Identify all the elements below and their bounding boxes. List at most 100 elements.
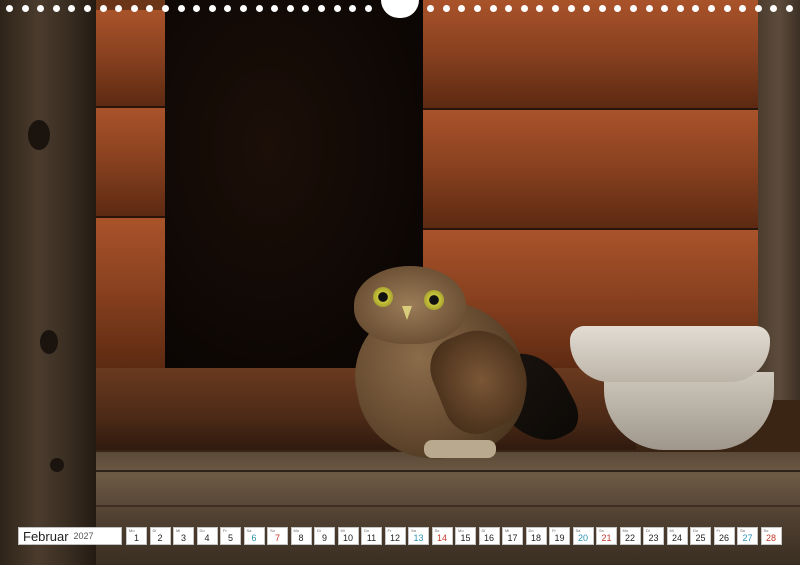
binding-hole <box>318 5 325 12</box>
binding-hole <box>442 5 450 12</box>
binding-hole <box>630 5 637 12</box>
binding-hole <box>224 5 232 12</box>
binding-hole <box>489 5 497 12</box>
day-number: 11 <box>366 533 377 543</box>
day-number: 6 <box>251 533 257 543</box>
day-number: 25 <box>695 533 706 543</box>
day-number: 1 <box>133 533 139 543</box>
day-number: 5 <box>227 533 233 543</box>
calendar-day: Sa 6 <box>243 527 265 545</box>
binding-hole <box>115 5 123 12</box>
day-number: 21 <box>601 533 612 543</box>
binding-hole <box>84 5 91 12</box>
binding-hole <box>271 5 279 12</box>
day-number: 19 <box>554 533 565 543</box>
calendar-day: Do 18 <box>525 527 547 545</box>
binding-hole <box>255 5 263 12</box>
binding-hole <box>349 5 357 12</box>
day-number: 26 <box>718 533 729 543</box>
calendar-day: Mi 3 <box>173 527 194 545</box>
ledge-grain <box>96 505 800 507</box>
owl-eye-right <box>424 290 444 310</box>
day-number: 18 <box>530 533 541 543</box>
calendar-day: Mo 8 <box>290 527 312 545</box>
month-name: Februar <box>23 528 69 544</box>
calendar-day: Mo 1 <box>126 527 147 545</box>
day-number: 28 <box>765 533 776 543</box>
day-number: 23 <box>648 533 659 543</box>
calendar-day: Mi 17 <box>502 527 523 545</box>
calendar-day: So 21 <box>596 527 617 545</box>
calendar-day: Fr 26 <box>713 527 735 545</box>
day-number: 27 <box>742 533 753 543</box>
day-number: 22 <box>624 533 635 543</box>
calendar-day: Sa 13 <box>408 527 429 545</box>
binding-hole <box>692 5 700 12</box>
day-number: 9 <box>321 533 327 543</box>
binding-hole <box>536 5 544 12</box>
owl-feet <box>424 440 496 458</box>
day-number: 13 <box>413 533 424 543</box>
binding-hole <box>739 5 747 12</box>
binding-hole <box>598 5 606 12</box>
day-number: 8 <box>298 533 304 543</box>
day-number: 10 <box>342 533 353 543</box>
binding-hole <box>6 5 13 12</box>
binding-hole <box>208 5 216 12</box>
calendar-day: Di 16 <box>478 527 500 545</box>
binding-hole <box>52 5 60 12</box>
binding-hole <box>474 5 481 12</box>
owl-eye-left <box>373 287 393 307</box>
binding-hole <box>302 5 310 12</box>
calendar-day: Fr 12 <box>384 527 406 545</box>
binding-hole <box>520 5 528 12</box>
binding-hole <box>723 5 731 12</box>
binding-hole <box>68 5 76 12</box>
binding-hole <box>240 5 247 12</box>
calendar-day: Do 11 <box>361 527 382 545</box>
binding-hole <box>37 5 45 12</box>
wall-plank <box>96 10 166 109</box>
calendar-day: Sa 20 <box>572 527 594 545</box>
owl-beak <box>402 306 412 320</box>
binding-hole <box>770 5 778 12</box>
day-number: 16 <box>483 533 494 543</box>
day-number: 2 <box>157 533 163 543</box>
calendar-day: Mi 10 <box>337 527 359 545</box>
calendar-day: So 28 <box>760 527 782 545</box>
binding-hole <box>286 5 294 12</box>
binding-hole <box>676 5 684 12</box>
binding-hole <box>193 5 201 12</box>
day-number: 4 <box>204 533 210 543</box>
calendar-days: Mo 1 Di 2 Mi 3 Do 4 Fr 5 Sa 6 So 7 Mo 8 Di 9 Mi 10 Do 11 Fr 12 S… <box>126 527 782 545</box>
binding-hole <box>146 5 154 12</box>
calendar-day: Mo 22 <box>619 527 641 545</box>
binding-hole <box>162 5 169 12</box>
stone-bowl-rim <box>570 326 770 382</box>
left-post <box>0 0 96 565</box>
binding-hole <box>99 5 107 12</box>
calendar-day: Di 23 <box>643 527 664 545</box>
binding-hole <box>364 5 372 12</box>
calendar-strip: Februar 2027 Mo 1 Di 2 Mi 3 Do 4 Fr 5 Sa 6 So 7 Mo 8 Di 9… <box>18 527 782 545</box>
year: 2027 <box>73 531 94 541</box>
day-number: 20 <box>577 533 588 543</box>
calendar-month-label: Februar 2027 <box>18 527 122 545</box>
calendar-day: So 14 <box>431 527 453 545</box>
owl-photo <box>0 0 800 565</box>
binding-hole <box>708 5 715 12</box>
calendar-day: Do 25 <box>690 527 711 545</box>
binding-hole <box>505 5 513 12</box>
binding-hole <box>333 5 341 12</box>
binding-hole <box>21 5 29 12</box>
wall-plank <box>96 108 166 219</box>
day-number: 17 <box>507 533 518 543</box>
owl-head <box>354 266 466 344</box>
binding-hole <box>552 5 559 12</box>
wall-plank <box>423 0 758 111</box>
binding-hole <box>458 5 466 12</box>
day-number: 12 <box>389 533 400 543</box>
binding-hole <box>645 5 653 12</box>
calendar-day: Mi 24 <box>666 527 688 545</box>
ledge-grain <box>96 470 800 472</box>
